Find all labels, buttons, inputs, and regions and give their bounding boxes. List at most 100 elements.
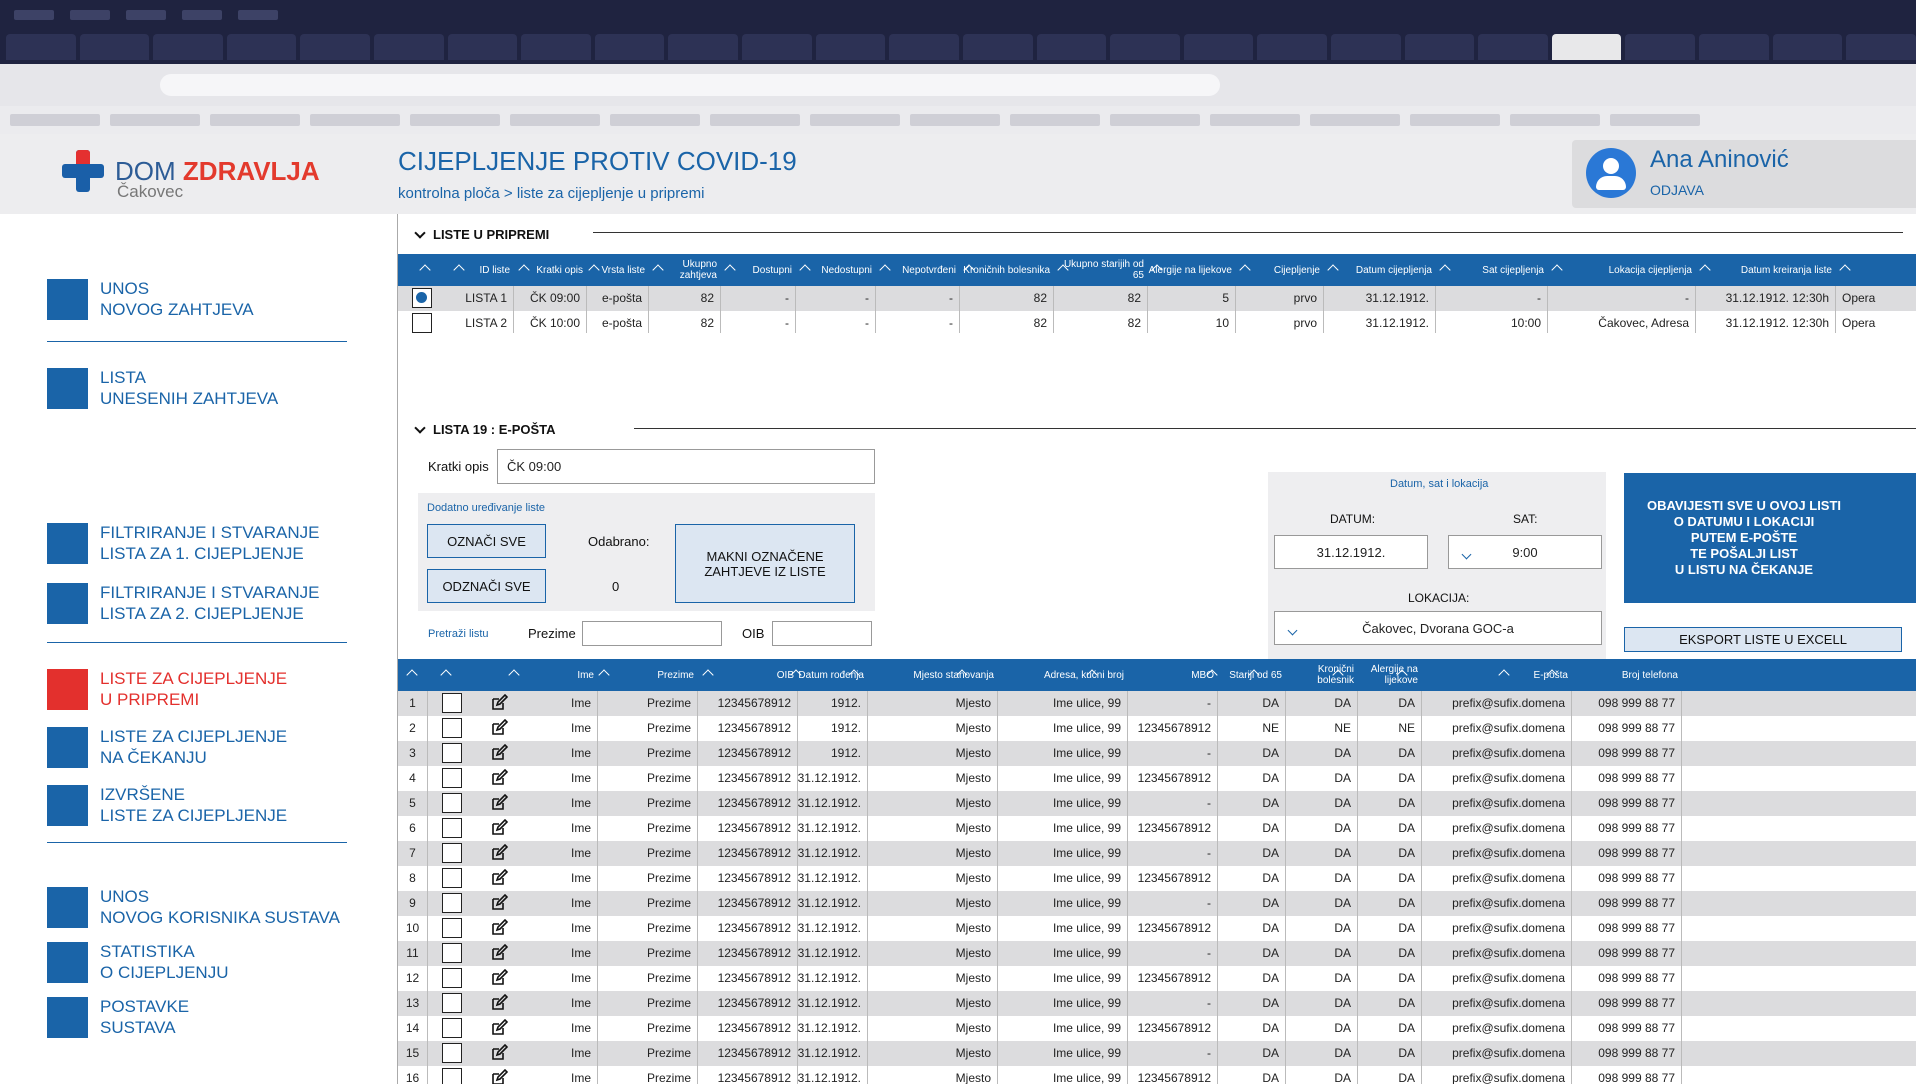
patient-cell: 1 [398,691,428,716]
edit-icon[interactable] [490,1019,508,1037]
date-input[interactable]: 31.12.1912. [1274,535,1428,569]
export-excel-button[interactable]: EKSPORT LISTE U EXCELL [1624,627,1902,652]
edit-icon[interactable] [490,869,508,887]
patients-column-header[interactable]: Kronični bolesnik [1286,659,1358,691]
lists-table-row[interactable]: LISTA 1 ČK 09:00 e-pošta 82- - -82 82 5 prvo 31.1… [398,286,1916,311]
row-checkbox[interactable] [442,918,462,938]
row-checkbox[interactable] [442,968,462,988]
oib-search-input[interactable] [772,621,872,646]
edit-icon[interactable] [490,944,508,962]
patients-column-header[interactable]: Broj telefona [1572,659,1682,691]
patient-row[interactable]: 9 Ime Prezime 12345678912 31.12.1912. Mjesto I… [398,891,1916,916]
row-checkbox[interactable] [442,1043,462,1063]
patients-column-header[interactable]: Mjesto stanovanja [868,659,998,691]
sort-chevron-icon[interactable] [406,669,418,681]
edit-icon[interactable] [490,794,508,812]
sidebar-item-lists-in-preparation[interactable]: LISTE ZA CIJEPLJENJE U PRIPREMI [47,668,287,710]
deselect-all-button[interactable]: ODZNAČI SVE [427,569,546,603]
patient-row[interactable]: 7 Ime Prezime 12345678912 31.12.1912. Mjesto I… [398,841,1916,866]
sidebar-item-new-user[interactable]: UNOS NOVOG KORISNIKA SUSTAVA [47,886,340,928]
sidebar-item-lists-waiting[interactable]: LISTE ZA CIJEPLJENJE NA ČEKANJU [47,726,287,768]
remove-selected-button[interactable]: MAKNI OZNAČENE ZAHTJEVE IZ LISTE [675,524,855,603]
location-select[interactable]: Čakovec, Dvorana GOC-a [1274,611,1602,645]
notify-all-button[interactable]: OBAVIJESTI SVE U OVOJ LISTI O DATUMU I L… [1624,473,1916,603]
edit-icon[interactable] [490,894,508,912]
patient-row[interactable]: 2 Ime Prezime 12345678912 1912. Mjesto Ime uli… [398,716,1916,741]
sidebar-item-entered-requests[interactable]: LISTA UNESENIH ZAHTJEVA [47,367,278,409]
browser-address-bar[interactable] [0,64,1916,106]
patient-row[interactable]: 1 Ime Prezime 12345678912 1912. Mjesto Ime uli… [398,691,1916,716]
patient-row[interactable]: 15 Ime Prezime 12345678912 31.12.1912. Mjesto… [398,1041,1916,1066]
sidebar-item-filter-1[interactable]: FILTRIRANJE I STVARANJE LISTA ZA 1. CIJE… [47,522,319,564]
breadcrumb[interactable]: kontrolna ploča > liste za cijepljenje u… [398,185,704,202]
browser-tabs[interactable] [0,34,1916,62]
patient-cell: Ime ulice, 99 [998,766,1128,791]
edit-icon[interactable] [490,1044,508,1062]
row-checkbox[interactable] [442,1068,462,1084]
row-checkbox[interactable] [442,843,462,863]
patient-cell: Ime [522,891,598,916]
nav-square-icon [47,941,88,983]
edit-icon[interactable] [490,1069,508,1084]
lists-table-row[interactable]: LISTA 2 ČK 10:00 e-pošta 82- - -82 82 10 prvo 31.… [398,311,1916,333]
row-select-radio[interactable] [412,313,432,333]
patient-row[interactable]: 16 Ime Prezime 12345678912 31.12.1912. Mjesto… [398,1066,1916,1084]
row-checkbox[interactable] [442,743,462,763]
sidebar-item-settings[interactable]: POSTAVKE SUSTAVA [47,996,189,1038]
patient-row[interactable]: 14 Ime Prezime 12345678912 31.12.1912. Mjesto… [398,1016,1916,1041]
edit-icon[interactable] [490,819,508,837]
select-all-button[interactable]: OZNAČI SVE [427,524,546,558]
lists-table-cell: 82 [1054,311,1148,333]
row-checkbox[interactable] [442,1018,462,1038]
row-checkbox[interactable] [442,893,462,913]
patient-cell: 098 999 88 77 [1572,841,1682,866]
row-select-radio[interactable] [412,288,432,308]
row-checkbox[interactable] [442,693,462,713]
edit-icon[interactable] [490,694,508,712]
patient-cell: Prezime [598,716,698,741]
sort-chevron-icon[interactable] [508,669,520,681]
patient-row[interactable]: 10 Ime Prezime 12345678912 31.12.1912. Mjesto… [398,916,1916,941]
time-select[interactable]: 9:00 [1448,535,1602,569]
edit-icon[interactable] [490,769,508,787]
patient-cell: 12345678912 [1128,966,1218,991]
logout-link[interactable]: ODJAVA [1650,182,1704,198]
edit-icon[interactable] [490,994,508,1012]
patients-column-header[interactable]: Adresa, kućni broj [998,659,1128,691]
patient-row[interactable]: 12 Ime Prezime 12345678912 31.12.1912. Mjesto… [398,966,1916,991]
edit-icon[interactable] [490,919,508,937]
row-checkbox[interactable] [442,768,462,788]
patient-row[interactable]: 8 Ime Prezime 12345678912 31.12.1912. Mjesto I… [398,866,1916,891]
patient-row[interactable]: 11 Ime Prezime 12345678912 31.12.1912. Mjesto… [398,941,1916,966]
patient-row[interactable]: 6 Ime Prezime 12345678912 31.12.1912. Mjesto I… [398,816,1916,841]
row-checkbox[interactable] [442,818,462,838]
sidebar-item-new-request[interactable]: UNOS NOVOG ZAHTJEVA [47,278,254,320]
edit-icon[interactable] [490,969,508,987]
short-desc-input[interactable]: ČK 09:00 [497,449,875,484]
edit-icon[interactable] [490,844,508,862]
patients-column-header[interactable]: Prezime [598,659,698,691]
patients-column-header[interactable]: Alergije na lijekove [1358,659,1422,691]
row-checkbox[interactable] [442,943,462,963]
lists-table-cell: 82 [649,311,721,333]
edit-icon[interactable] [490,719,508,737]
row-checkbox[interactable] [442,868,462,888]
row-checkbox[interactable] [442,993,462,1013]
url-field[interactable] [160,74,1220,96]
patient-row[interactable]: 5 Ime Prezime 12345678912 31.12.1912. Mjesto I… [398,791,1916,816]
patient-cell: DA [1218,1041,1286,1066]
row-checkbox[interactable] [442,793,462,813]
surname-search-input[interactable] [582,621,722,646]
detail-section-header[interactable]: LISTA 19 : E-POŠTA [414,421,556,437]
sort-chevron-icon[interactable] [440,669,452,681]
patient-row[interactable]: 3 Ime Prezime 12345678912 1912. Mjesto Ime uli… [398,741,1916,766]
sidebar-item-statistics[interactable]: STATISTIKA O CIJEPLJENJU [47,941,228,983]
patients-column-header[interactable]: Ime [522,659,598,691]
sidebar-item-filter-2[interactable]: FILTRIRANJE I STVARANJE LISTA ZA 2. CIJE… [47,582,319,624]
patient-row[interactable]: 13 Ime Prezime 12345678912 31.12.1912. Mjesto… [398,991,1916,1016]
row-checkbox[interactable] [442,718,462,738]
patients-column-header[interactable]: MBO [1128,659,1218,691]
sidebar-item-completed-lists[interactable]: IZVRŠENE LISTE ZA CIJEPLJENJE [47,784,287,826]
edit-icon[interactable] [490,744,508,762]
patient-row[interactable]: 4 Ime Prezime 12345678912 31.12.1912. Mjesto I… [398,766,1916,791]
